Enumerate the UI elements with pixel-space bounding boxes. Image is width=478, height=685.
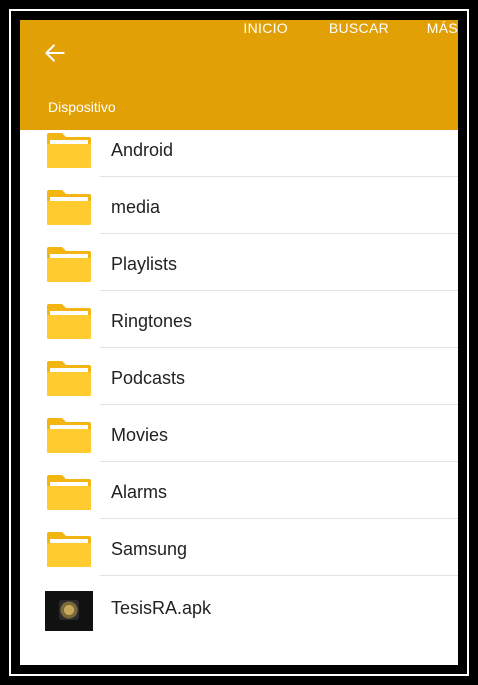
file-name: TesisRA.apk <box>111 598 212 618</box>
folder-icon <box>47 247 91 282</box>
inicio-button[interactable]: INICIO <box>243 20 288 36</box>
buscar-button[interactable]: BUSCAR <box>329 20 389 36</box>
folder-row[interactable]: Alarms <box>20 462 458 519</box>
folder-row[interactable]: Movies <box>20 405 458 462</box>
folder-row[interactable]: media <box>20 177 458 234</box>
emblem-icon <box>59 600 79 620</box>
folder-icon <box>47 190 91 225</box>
folder-row[interactable]: Ringtones <box>20 291 458 348</box>
file-browser-screen: image_cacheAndroidmediaPlaylistsRingtone… <box>20 20 458 665</box>
folder-icon <box>47 418 91 453</box>
folder-row[interactable]: Podcasts <box>20 348 458 405</box>
file-name: Playlists <box>111 254 178 274</box>
folder-icon <box>47 304 91 339</box>
file-name: media <box>111 197 161 217</box>
file-name: Samsung <box>111 539 188 559</box>
app-bar: INICIO BUSCAR MÁS Dispositivo <box>20 20 458 130</box>
folder-icon <box>47 532 91 567</box>
screenshot-frame: image_cacheAndroidmediaPlaylistsRingtone… <box>0 0 478 685</box>
file-name: Alarms <box>111 482 168 502</box>
folder-icon <box>47 361 91 396</box>
mas-button[interactable]: MÁS <box>427 20 458 36</box>
folder-icon <box>47 475 91 510</box>
folder-row[interactable]: Samsung <box>20 519 458 576</box>
file-name: Podcasts <box>111 368 186 388</box>
arrow-left-icon[interactable] <box>42 40 68 66</box>
file-name: Movies <box>111 425 169 445</box>
folder-icon <box>47 133 91 168</box>
file-name: Android <box>111 140 174 160</box>
file-row[interactable]: TesisRA.apk <box>20 576 458 633</box>
folder-row[interactable]: Playlists <box>20 234 458 291</box>
apk-thumbnail-icon <box>45 591 93 631</box>
location-breadcrumb[interactable]: Dispositivo <box>48 99 116 115</box>
file-name: Ringtones <box>111 311 193 331</box>
